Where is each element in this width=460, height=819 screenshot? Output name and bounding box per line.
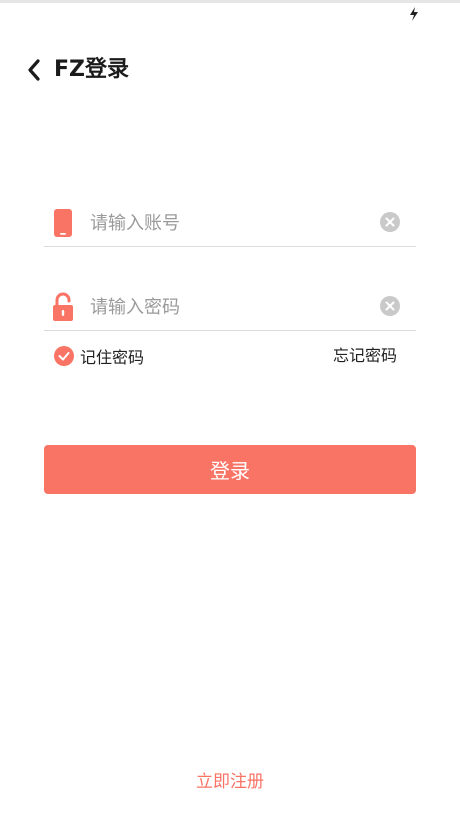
- clear-icon: [385, 217, 395, 227]
- register-link[interactable]: 立即注册: [0, 769, 460, 795]
- password-input[interactable]: [90, 292, 370, 322]
- chevron-left-icon: [28, 59, 40, 81]
- remember-password-label: 记住密码: [80, 348, 145, 367]
- account-clear-button[interactable]: [380, 212, 400, 232]
- flash-icon: [408, 6, 420, 21]
- page-title: FZ登录: [54, 57, 129, 82]
- back-button[interactable]: [22, 56, 46, 84]
- account-field: [44, 200, 416, 247]
- forgot-password-link[interactable]: 忘记密码: [333, 344, 397, 368]
- account-input[interactable]: [90, 208, 370, 238]
- phone-icon: [50, 208, 76, 238]
- login-button[interactable]: 登录: [44, 445, 416, 494]
- unlock-icon: [50, 292, 76, 322]
- clear-icon: [385, 301, 395, 311]
- remember-password-checkbox[interactable]: 记住密码: [54, 344, 144, 368]
- password-field: [44, 284, 416, 331]
- check-icon: [54, 346, 74, 366]
- status-bar-line: [0, 0, 460, 3]
- password-clear-button[interactable]: [380, 296, 400, 316]
